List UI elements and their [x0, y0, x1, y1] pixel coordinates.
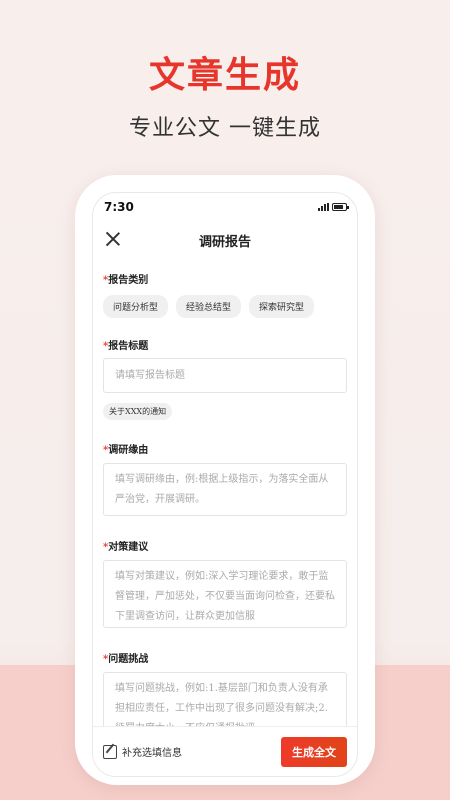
report-type-label-row: *报告类别	[103, 268, 148, 287]
bottom-action-bar: 补充选填信息 生成全文	[93, 726, 357, 776]
title-suggestion-chip[interactable]: 关于XXX的通知	[103, 403, 173, 420]
report-type-options: 问题分析型 经验总结型 探索研究型	[103, 295, 315, 318]
status-bar: 7:30	[93, 193, 357, 221]
chip-exploratory-research[interactable]: 探索研究型	[249, 295, 315, 318]
research-reason-label-row: *调研缘由	[103, 438, 148, 457]
chip-problem-analysis[interactable]: 问题分析型	[103, 295, 169, 318]
battery-icon	[332, 203, 349, 211]
more-info-label: 补充选填信息	[122, 748, 182, 759]
nav-bar: 调研报告	[93, 221, 357, 259]
generate-button[interactable]: 生成全文	[281, 736, 347, 767]
more-info-button[interactable]: 补充选填信息	[103, 744, 182, 759]
report-title-label: 报告标题	[108, 341, 149, 352]
research-reason-label: 调研缘由	[108, 445, 149, 456]
suggestions-input[interactable]: 填写对策建议，例如:深入学习理论要求，敢于监督管理，严加惩处，不仅要当面询问检查…	[103, 560, 347, 628]
report-type-label: 报告类别	[108, 275, 149, 286]
suggestions-label-row: *对策建议	[103, 535, 148, 554]
challenges-label-row: *问题挑战	[103, 647, 148, 666]
promo-headline: 文章生成	[148, 54, 301, 96]
suggestions-label: 对策建议	[108, 542, 149, 553]
signal-icon	[318, 203, 329, 211]
status-time: 7:30	[104, 200, 134, 214]
report-title-input[interactable]: 请填写报告标题	[103, 358, 347, 393]
phone-frame: 7:30 调研报告 *报告类别 问题分析型 经验总结型 探索研究型 *报告标题 …	[75, 175, 375, 785]
chip-experience-summary[interactable]: 经验总结型	[176, 295, 242, 318]
phone-screen: 7:30 调研报告 *报告类别 问题分析型 经验总结型 探索研究型 *报告标题 …	[92, 192, 358, 777]
challenges-label: 问题挑战	[108, 654, 149, 665]
close-icon[interactable]	[105, 231, 121, 247]
promo-subline: 专业公文 一键生成	[129, 116, 321, 141]
report-title-label-row: *报告标题	[103, 334, 148, 353]
research-reason-input[interactable]: 填写调研缘由，例:根据上级指示，为落实全面从严治党，开展调研。	[103, 463, 347, 516]
status-icons	[318, 203, 349, 211]
edit-icon	[103, 744, 117, 759]
page-title: 调研报告	[198, 234, 251, 250]
